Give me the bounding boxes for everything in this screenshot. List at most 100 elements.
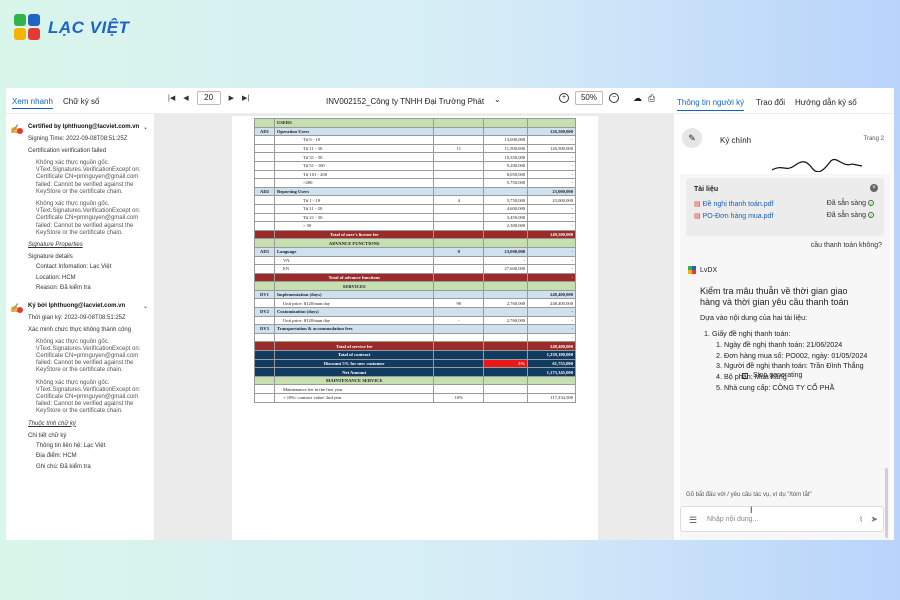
sheet-row: Từ 51 - 100 9,200,000- [254, 160, 576, 171]
sheet-row: DV1 Implementation (days) 248,400,000 [254, 289, 576, 300]
sheet-cell: - [527, 332, 576, 343]
sheet-cell: - [527, 178, 576, 188]
sheet-cell [483, 289, 529, 300]
chat-input[interactable]: ☰ Nhập nội dung... ⌇ ➤ [680, 506, 884, 532]
sheet-cell [254, 298, 275, 309]
first-page-icon[interactable]: |◀ [168, 94, 175, 102]
sheet-cell: 23,000,000 [483, 246, 529, 257]
signature-properties-link[interactable]: Thuộc tính chữ ký [28, 421, 154, 427]
signature-properties-link[interactable]: Signature Properties [28, 242, 154, 248]
sheet-cell [254, 272, 275, 283]
chat-scrollbar[interactable] [885, 468, 888, 538]
page-number-input[interactable]: 20 [196, 91, 221, 105]
next-page-icon[interactable]: ▶ [229, 94, 234, 102]
sheet-cell [254, 203, 275, 214]
sheet-cell: 11 [433, 143, 485, 154]
prev-page-icon[interactable]: ◀ [183, 94, 188, 102]
attach-title: Tài liệu [694, 186, 719, 193]
sheet-cell [527, 281, 576, 291]
sheet-row: EN 27,600,000- [254, 264, 576, 274]
sheet-row: Discount 5% for new customer 5% 61,755,000 [254, 358, 576, 369]
attach-icon[interactable]: ⌇ [859, 515, 863, 524]
sheet-cell: 8,050,000 [483, 169, 529, 180]
sheet-cell: - [527, 169, 576, 180]
input-hint: Gõ bắt đầu với / yêu cầu tác vụ, ví dụ "… [686, 492, 812, 498]
sheet-cell: Unit price: $120/man day [273, 315, 435, 326]
logo-text: LẠC VIỆT [48, 18, 130, 37]
sheet-cell: 23,000,000 [527, 195, 576, 205]
cloud-upload-icon[interactable]: ☁ [633, 93, 642, 104]
lacviet-logo: LẠC VIỆT [14, 14, 129, 42]
stop-icon [742, 372, 748, 379]
sheet-cell: AD1 [254, 126, 275, 137]
sheet-cell [433, 212, 485, 223]
sheet-cell [433, 178, 485, 188]
tab-quick-view[interactable]: Xem nhanh [12, 97, 53, 109]
sheet-cell [254, 281, 275, 291]
stop-generating-button[interactable]: Stop generating [742, 372, 802, 379]
sheet-cell: Maintenance fee in the first year [273, 384, 435, 394]
sheet-cell: - [527, 272, 576, 283]
sheet-cell [433, 152, 485, 162]
sheet-cell: Unit price: $120/man day [273, 298, 435, 309]
sheet-cell [433, 169, 485, 180]
sheet-cell: - [527, 315, 576, 326]
detail-location: Location: HCM [36, 274, 76, 281]
signing-time: Thời gian ký: 2022-09-08T08:51:25Z [28, 314, 126, 321]
close-icon[interactable]: × [870, 184, 878, 192]
chevron-down-icon[interactable]: ⌄ [143, 124, 148, 131]
signature-entry[interactable]: ✍ ⌄ Certified by lphthuong@lacviet.com.v… [6, 124, 154, 293]
sheet-row: MAINTENANCE SERVICE [254, 375, 576, 386]
error-message: Không xác thực nguồn gốc. \rText.Signatu… [36, 201, 141, 236]
logo-mark-icon [14, 14, 42, 42]
sheet-cell [254, 393, 275, 403]
error-message: Không xác thực nguồn gốc. \rText.Signatu… [36, 379, 141, 415]
menu-icon[interactable]: ☰ [689, 515, 697, 526]
zoom-in-icon[interactable]: + [559, 93, 569, 103]
sheet-cell [433, 307, 485, 317]
sheet-cell [433, 272, 485, 283]
zoom-level-input[interactable]: 50% [575, 91, 603, 105]
sheet-cell: 5,750,000 [483, 195, 529, 205]
sheet-cell [254, 332, 275, 343]
signature-details-title: Signature details [28, 254, 73, 261]
tab-digital-signature[interactable]: Chữ ký số [63, 97, 99, 106]
attached-file[interactable]: ▤ PO-Đơn hàng mua.pdf [694, 212, 773, 220]
sheet-row: > 50 2,300,000- [254, 221, 576, 231]
sheet-cell [254, 384, 275, 394]
sheet-cell [483, 229, 529, 240]
chevron-down-icon[interactable]: ⌄ [143, 303, 148, 310]
sheet-row: AD3 Language 0 23,000,000- [254, 246, 576, 257]
sheet-cell: 23,000,000 [527, 186, 576, 197]
sheet-cell: Từ 11 - 30 [273, 143, 435, 154]
sheet-cell [483, 118, 529, 128]
user-question: cầu thanh toán không? [810, 242, 882, 249]
attached-file[interactable]: ▤ Đề nghị thanh toán.pdf [694, 200, 773, 208]
sheet-cell: 1,239,100,000 [527, 350, 576, 360]
sheet-cell: 27,600,000 [483, 264, 529, 274]
signature-entry[interactable]: ✍ ⌄ Ký bởi lphthuong@lacviet.com.vn Thời… [6, 303, 154, 472]
chevron-down-icon[interactable]: ⌄ [494, 95, 501, 104]
sheet-cell: 149,500,000 [527, 229, 576, 240]
zoom-out-icon[interactable]: − [609, 93, 619, 103]
last-page-icon[interactable]: ▶| [242, 94, 249, 102]
sheet-cell: 3,450,000 [483, 212, 529, 223]
sheet-cell [433, 264, 485, 274]
sheet-cell: 9,200,000 [483, 160, 529, 171]
file-status: Đã sẵn sàng ✓ [826, 212, 874, 219]
print-icon[interactable]: ⎙ [648, 93, 655, 104]
sheet-cell [254, 255, 275, 266]
sheet-cell: Language [273, 246, 435, 257]
sheet-cell: DV2 [254, 307, 275, 317]
signature-details-title: Chi tiết chữ ký [28, 432, 67, 439]
sheet-cell: Từ 51 - 100 [273, 160, 435, 171]
send-icon[interactable]: ➤ [870, 514, 878, 525]
document-viewer[interactable]: USERS AD1 Operation Users 126,500,000 Từ 6 -… [154, 114, 674, 540]
sheet-cell [254, 238, 275, 248]
pencil-icon[interactable]: ✎ [682, 128, 702, 148]
sheet-cell: - [527, 255, 576, 266]
sheet-cell [433, 324, 485, 334]
sheet-cell: - [527, 264, 576, 274]
sheet-cell [254, 367, 275, 377]
sheet-cell [254, 169, 275, 180]
